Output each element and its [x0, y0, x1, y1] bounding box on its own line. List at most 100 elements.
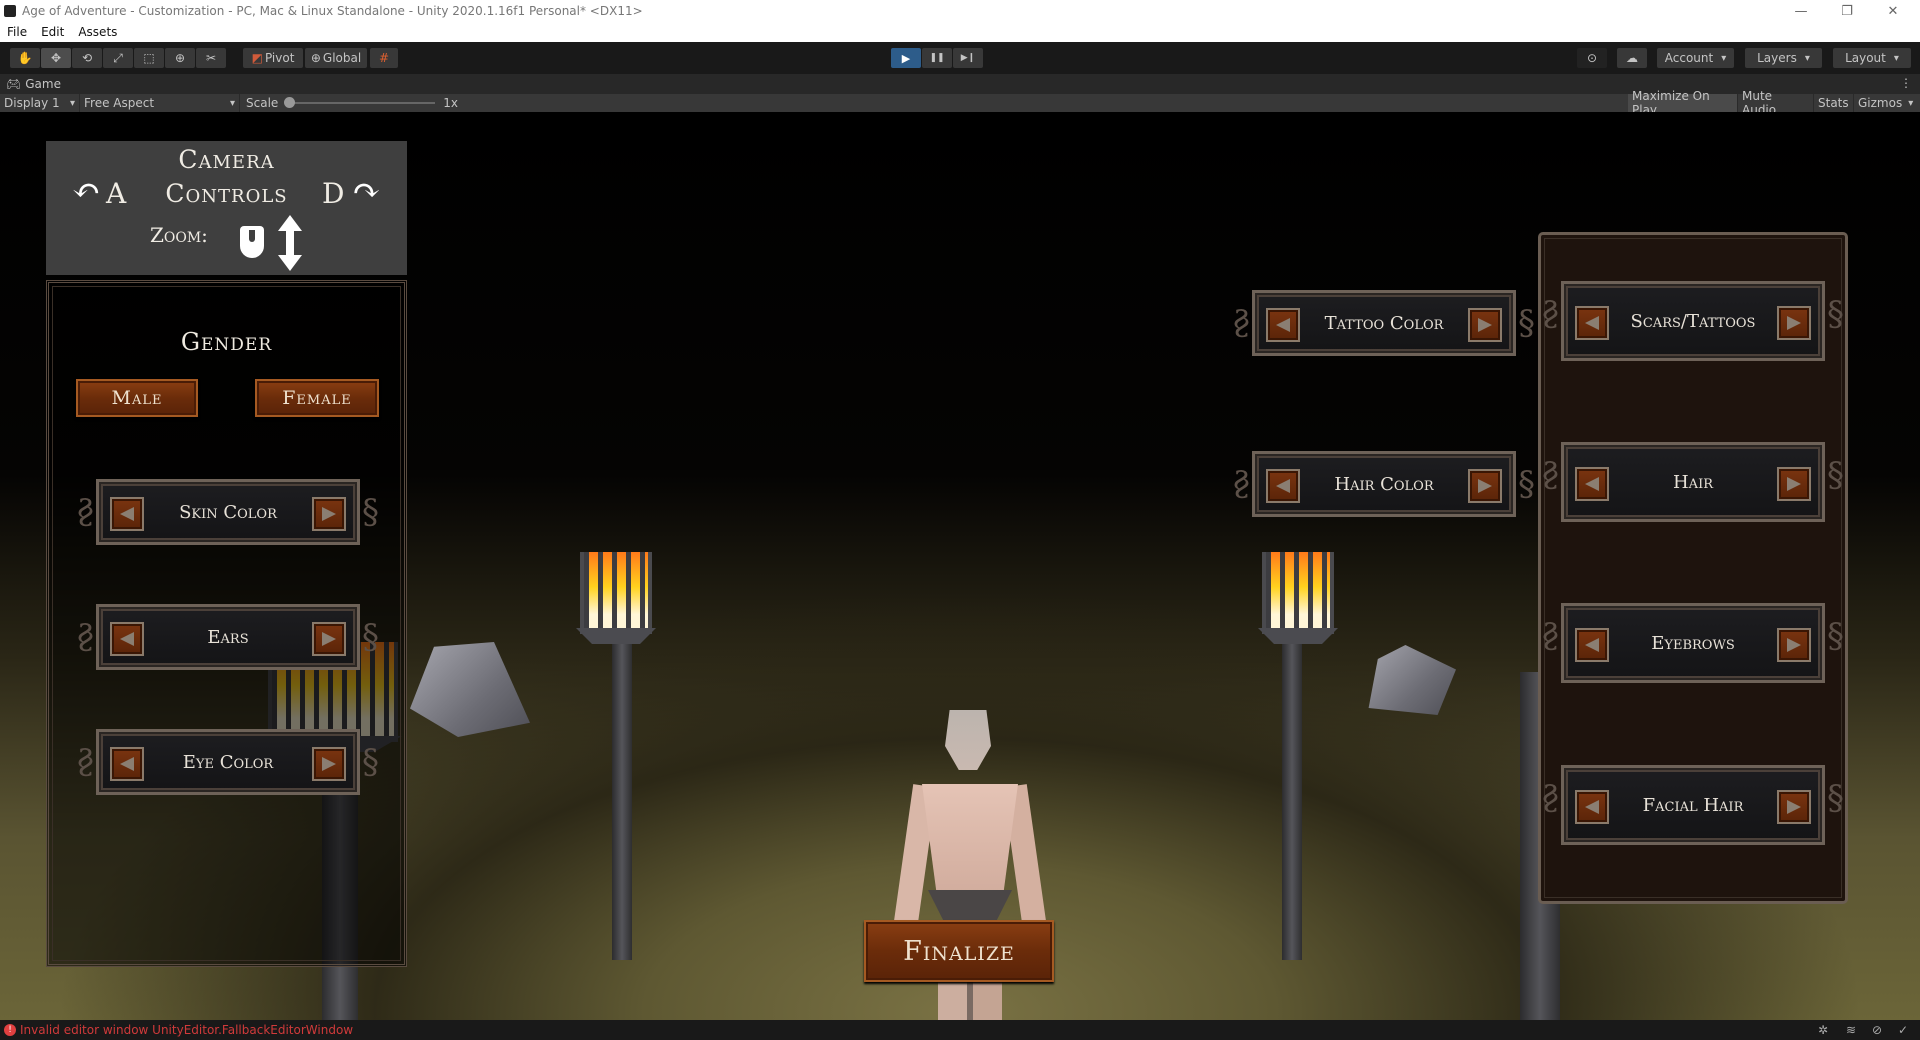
step-button[interactable]: ▶❙: [953, 48, 983, 68]
arrow-left-icon: [120, 757, 134, 771]
scars-tattoos-next-button[interactable]: [1777, 306, 1811, 340]
pivot-toggle[interactable]: ◩ Pivot: [243, 48, 303, 68]
rotate-left-key: A: [106, 177, 127, 210]
play-button[interactable]: ▶: [891, 48, 921, 68]
arrow-right-icon: [1787, 477, 1801, 491]
account-dropdown[interactable]: Account: [1657, 48, 1734, 68]
maximize-on-play-toggle[interactable]: Maximize On Play: [1628, 89, 1738, 117]
custom-tool-button[interactable]: ✂: [196, 48, 226, 68]
move-tool-button[interactable]: ✥: [41, 48, 71, 68]
arrow-left-icon: [1585, 316, 1599, 330]
hand-tool-button[interactable]: ✋: [10, 48, 40, 68]
debug-off-icon[interactable]: ✲: [1818, 1023, 1828, 1037]
facial-hair-next-button[interactable]: [1777, 790, 1811, 824]
tab-game[interactable]: 🎮︎ Game: [6, 77, 61, 91]
chevron-down-icon: ▾: [229, 97, 235, 109]
menu-file[interactable]: File: [7, 25, 27, 39]
female-button[interactable]: Female: [255, 379, 379, 417]
tattoo-color-label: Tattoo Color: [1324, 312, 1444, 334]
rotate-right-key: D: [322, 177, 345, 210]
hair-color-prev-button[interactable]: [1266, 469, 1300, 503]
ears-prev-button[interactable]: [110, 622, 144, 656]
male-button[interactable]: Male: [76, 379, 198, 417]
aspect-dropdown[interactable]: Free Aspect ▾: [80, 94, 240, 112]
game-view[interactable]: Camera Controls ↶ A D ↷ Zoom: Gender Mal…: [0, 112, 1920, 1020]
arrow-right-icon: [1787, 638, 1801, 652]
scale-icon: ⤢: [113, 50, 123, 65]
rotate-right-icon: ↷: [352, 171, 381, 211]
hair-next-button[interactable]: [1777, 467, 1811, 501]
scale-slider[interactable]: Scale 1x: [242, 94, 462, 112]
hair-color-label: Hair Color: [1334, 473, 1434, 495]
eyebrows-next-button[interactable]: [1777, 628, 1811, 662]
layers-dropdown[interactable]: Layers: [1745, 48, 1822, 68]
arrow-right-icon: [322, 632, 336, 646]
eye-color-prev-button[interactable]: [110, 747, 144, 781]
scale-slider-handle[interactable]: [284, 97, 296, 108]
hair-prev-button[interactable]: [1575, 467, 1609, 501]
tattoo-color-prev-button[interactable]: [1266, 308, 1300, 342]
transform-tool-button[interactable]: ⊕: [165, 48, 195, 68]
rotate-tool-button[interactable]: ⟲: [72, 48, 102, 68]
unity-app-icon: [4, 5, 16, 17]
rock-left: [410, 642, 530, 737]
arrow-right-icon: [322, 757, 336, 771]
services-button[interactable]: ⊙: [1577, 48, 1607, 68]
grid-snap-icon: #: [378, 51, 390, 65]
chevron-down-icon: ▾: [69, 97, 75, 109]
facial-hair-prev-button[interactable]: [1575, 790, 1609, 824]
facial-hair-selector: Facial Hair: [1561, 765, 1844, 845]
arrow-left-icon: [1276, 479, 1290, 493]
arrow-left-icon: [120, 507, 134, 521]
collab-button[interactable]: ☁: [1617, 48, 1647, 68]
arrow-right-icon: [1787, 316, 1801, 330]
menu-edit[interactable]: Edit: [41, 25, 64, 39]
check-icon[interactable]: ✓: [1898, 1023, 1908, 1037]
scale-slider-track[interactable]: [284, 97, 436, 108]
cache-icon[interactable]: ≋: [1846, 1023, 1856, 1037]
character-torso: [922, 784, 1018, 892]
display-dropdown[interactable]: Display 1 ▾: [0, 94, 80, 112]
right-customization-panel: Scars/Tattoos Hair Eyebrows Facial Hair: [1538, 232, 1848, 904]
scale-tool-button[interactable]: ⤢: [103, 48, 133, 68]
scars-tattoos-label: Scars/Tattoos: [1630, 310, 1756, 332]
arrow-right-icon: [1478, 318, 1492, 332]
eye-color-next-button[interactable]: [312, 747, 346, 781]
arrow-right-icon: [1787, 800, 1801, 814]
globe-icon: ⊕: [310, 51, 321, 65]
snap-toggle[interactable]: #: [370, 48, 398, 68]
services-icon: ⊙: [1586, 51, 1598, 65]
status-message[interactable]: Invalid editor window UnityEditor.Fallba…: [20, 1023, 353, 1037]
ears-next-button[interactable]: [312, 622, 346, 656]
game-view-toolbar: Display 1 ▾ Free Aspect ▾ Scale 1x Maximiz…: [0, 89, 1920, 117]
gizmos-dropdown[interactable]: Gizmos ▾: [1854, 94, 1920, 112]
finalize-button[interactable]: Finalize: [864, 920, 1054, 982]
close-button[interactable]: ✕: [1870, 0, 1916, 22]
hair-selector: Hair: [1561, 442, 1844, 522]
minimize-button[interactable]: —: [1778, 0, 1824, 22]
facial-hair-label: Facial Hair: [1642, 794, 1744, 816]
tab-menu-icon[interactable]: ⋮: [1900, 76, 1912, 90]
camera-controls-panel: Camera Controls ↶ A D ↷ Zoom:: [46, 141, 407, 275]
mute-audio-toggle[interactable]: Mute Audio: [1738, 89, 1814, 117]
eyebrows-prev-button[interactable]: [1575, 628, 1609, 662]
network-off-icon[interactable]: ⊘: [1872, 1023, 1882, 1037]
skin-color-label: Skin Color: [179, 501, 277, 523]
pause-button[interactable]: ❚❚: [922, 48, 952, 68]
global-toggle[interactable]: ⊕ Global: [305, 48, 367, 68]
rect-tool-button[interactable]: ⬚: [134, 48, 164, 68]
skin-color-prev-button[interactable]: [110, 497, 144, 531]
stats-toggle[interactable]: Stats: [1814, 94, 1854, 112]
rect-icon: ⬚: [143, 51, 155, 65]
step-icon: ▶❙: [960, 53, 976, 63]
tattoo-color-next-button[interactable]: [1468, 308, 1502, 342]
skin-color-next-button[interactable]: [312, 497, 346, 531]
arrow-left-icon: [1585, 800, 1599, 814]
menu-assets[interactable]: Assets: [78, 25, 117, 39]
hair-color-next-button[interactable]: [1468, 469, 1502, 503]
layout-dropdown[interactable]: Layout: [1833, 48, 1911, 68]
restore-button[interactable]: ❐: [1824, 0, 1870, 22]
chevron-down-icon: ▾: [1908, 97, 1914, 109]
scars-tattoos-prev-button[interactable]: [1575, 306, 1609, 340]
arrow-left-icon: [1585, 477, 1599, 491]
